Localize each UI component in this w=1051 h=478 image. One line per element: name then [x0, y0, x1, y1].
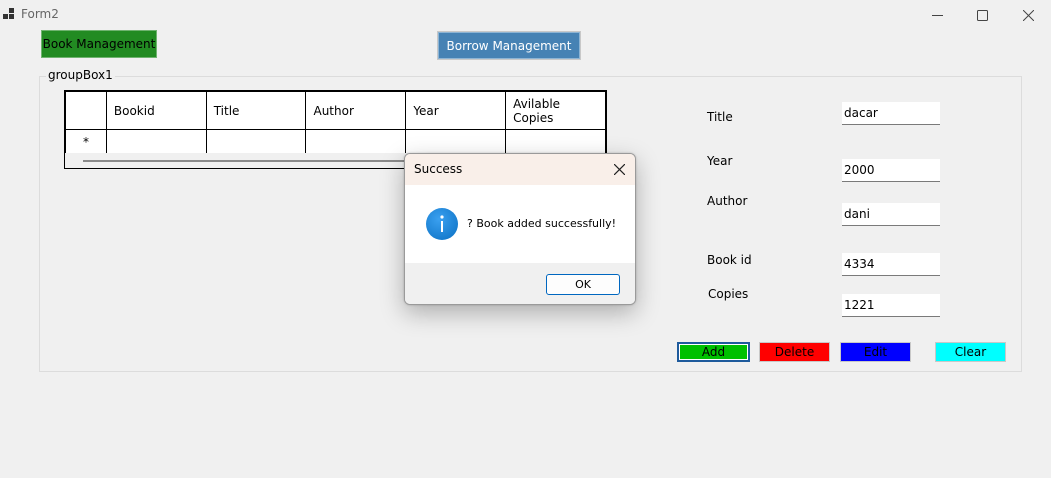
bookid-input[interactable] — [842, 253, 940, 276]
bookid-label: Book id — [707, 253, 752, 267]
title-input[interactable] — [842, 102, 940, 125]
ok-button[interactable]: OK — [546, 274, 620, 295]
dialog-titlebar: Success — [405, 154, 635, 185]
add-button[interactable]: Add — [677, 342, 750, 362]
maximize-button[interactable] — [959, 0, 1005, 30]
column-header-author[interactable]: Author — [305, 91, 407, 130]
column-header-bookid[interactable]: Bookid — [105, 91, 207, 130]
grid-cell[interactable] — [305, 129, 407, 154]
grid-header-row: Bookid Title Author Year Avilable Copies — [65, 91, 606, 130]
maximize-icon — [976, 9, 988, 21]
copies-input[interactable] — [842, 294, 940, 317]
grid-cell[interactable] — [205, 129, 307, 154]
borrow-management-button[interactable]: Borrow Management — [437, 31, 581, 60]
dialog-close-button[interactable] — [609, 159, 629, 179]
book-management-button[interactable]: Book Management — [41, 30, 157, 58]
clear-button[interactable]: Clear — [935, 342, 1006, 362]
grid-cell[interactable] — [505, 129, 606, 154]
app-grid-icon — [3, 8, 15, 20]
window-titlebar: Form2 — [0, 0, 1051, 30]
window-title: Form2 — [21, 7, 59, 21]
dialog-body: ? Book added successfully! — [405, 185, 635, 263]
year-label: Year — [707, 154, 733, 168]
author-label: Author — [707, 194, 748, 208]
minimize-icon — [931, 14, 943, 16]
column-header-available-copies[interactable]: Avilable Copies — [505, 91, 606, 130]
delete-button[interactable]: Delete — [759, 342, 830, 362]
title-label: Title — [707, 110, 733, 124]
success-dialog: Success ? Book added successfully! OK — [404, 153, 636, 305]
grid-new-row[interactable]: * — [65, 129, 606, 154]
author-input[interactable] — [842, 203, 940, 226]
books-table: Bookid Title Author Year Avilable Copies… — [65, 91, 606, 154]
year-input[interactable] — [842, 159, 940, 182]
close-icon — [1022, 9, 1034, 21]
groupbox-label: groupBox1 — [46, 68, 115, 82]
grid-cell[interactable] — [405, 129, 507, 154]
grid-cell[interactable] — [105, 129, 207, 154]
column-header-year[interactable]: Year — [405, 91, 507, 130]
close-button[interactable] — [1005, 0, 1051, 30]
copies-label: Copies — [708, 287, 749, 301]
edit-button[interactable]: Edit — [840, 342, 911, 362]
minimize-button[interactable] — [914, 0, 960, 30]
column-header-title[interactable]: Title — [205, 91, 307, 130]
close-icon — [613, 163, 625, 175]
grid-corner-header[interactable] — [65, 91, 107, 130]
dialog-title: Success — [414, 162, 463, 176]
info-icon — [426, 208, 458, 240]
dialog-message: ? Book added successfully! — [467, 217, 617, 230]
dialog-footer: OK — [405, 263, 635, 304]
new-row-marker[interactable]: * — [65, 129, 107, 154]
